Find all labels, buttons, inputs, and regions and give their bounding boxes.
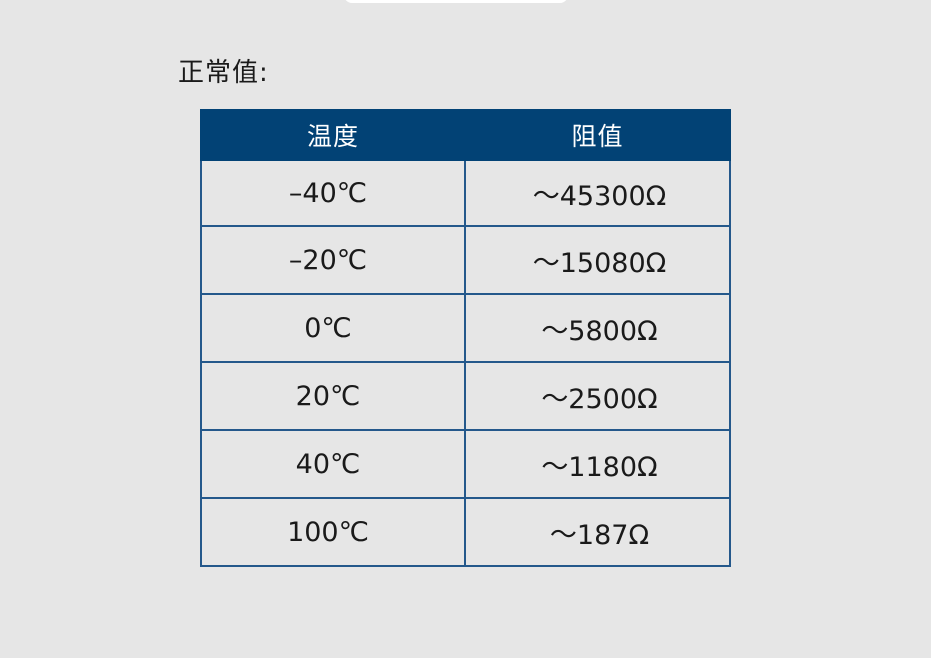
cell-resistance: ～2500Ω	[464, 361, 731, 431]
cropped-top-element	[344, 0, 568, 3]
table-header-row: 温度 阻值	[200, 109, 731, 161]
cell-temperature: 0℃	[200, 293, 466, 363]
cell-temperature: 20℃	[200, 361, 466, 431]
header-resistance: 阻值	[464, 109, 731, 161]
cell-temperature: –40℃	[200, 159, 466, 227]
cell-temperature: 100℃	[200, 497, 466, 567]
cell-resistance: ～5800Ω	[464, 293, 731, 363]
table-row: 20℃ ～2500Ω	[200, 361, 731, 431]
section-title: 正常值:	[178, 58, 269, 88]
cell-resistance: ～15080Ω	[464, 225, 731, 295]
cell-resistance: ～187Ω	[464, 497, 731, 567]
table-row: 100℃ ～187Ω	[200, 497, 731, 567]
table-row: –40℃ ～45300Ω	[200, 159, 731, 227]
table-row: 0℃ ～5800Ω	[200, 293, 731, 363]
table-row: 40℃ ～1180Ω	[200, 429, 731, 499]
header-temperature: 温度	[200, 109, 466, 161]
cell-resistance: ～45300Ω	[464, 159, 731, 227]
cell-resistance: ～1180Ω	[464, 429, 731, 499]
temperature-resistance-table-container: 温度 阻值 –40℃ ～45300Ω –20℃ ～15080Ω 0℃ ～5800…	[200, 109, 731, 567]
cell-temperature: 40℃	[200, 429, 466, 499]
table-row: –20℃ ～15080Ω	[200, 225, 731, 295]
cell-temperature: –20℃	[200, 225, 466, 295]
temperature-resistance-table: 温度 阻值 –40℃ ～45300Ω –20℃ ～15080Ω 0℃ ～5800…	[200, 109, 731, 567]
